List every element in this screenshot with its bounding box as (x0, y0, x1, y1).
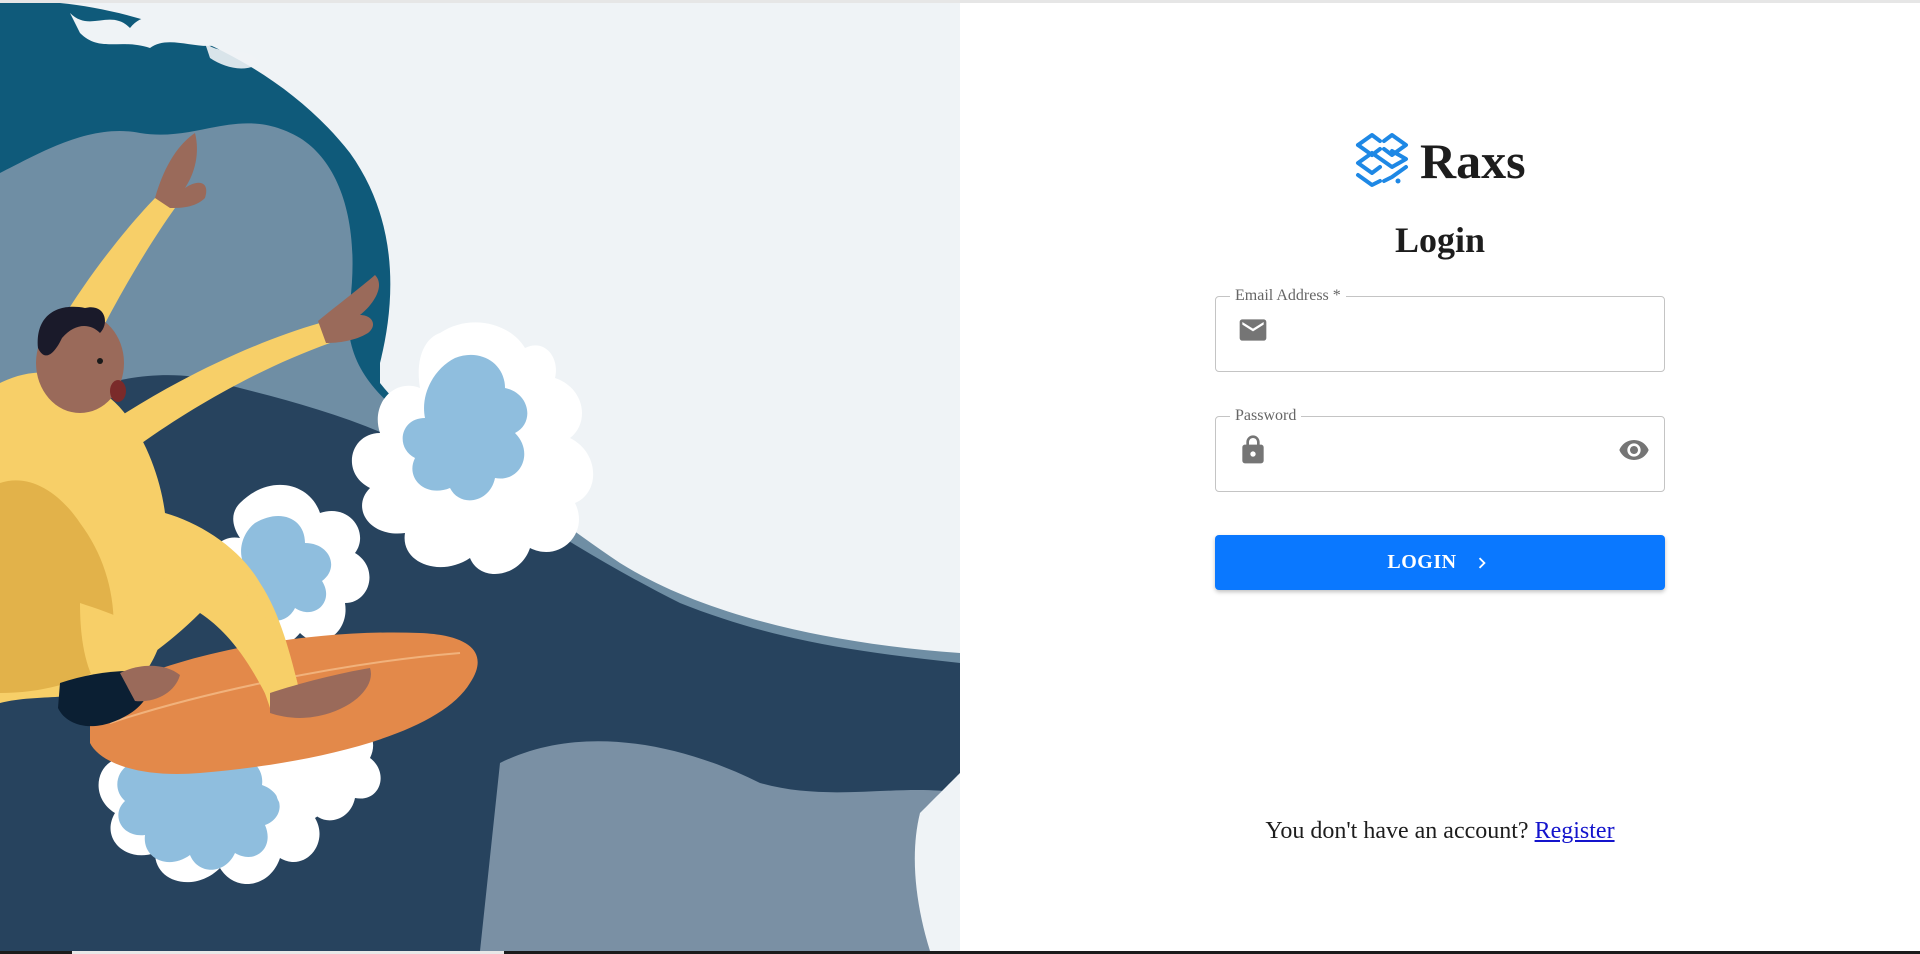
login-page: Raxs Login Email Address * Password LOGI… (0, 0, 1920, 954)
email-input[interactable] (1281, 310, 1585, 352)
brand-header: Raxs (1350, 128, 1526, 194)
eye-icon[interactable] (1617, 434, 1651, 466)
lock-icon (1242, 435, 1264, 464)
surfer-illustration (0, 3, 960, 951)
register-link[interactable]: Register (1535, 818, 1615, 844)
chevron-right-icon (1478, 557, 1486, 568)
register-prompt: You don't have an account? Register (1215, 818, 1665, 845)
envelope-icon (1239, 319, 1267, 341)
password-field[interactable]: Password (1215, 408, 1665, 492)
email-field-label: Email Address * (1235, 287, 1341, 304)
register-prompt-text: You don't have an account? (1265, 818, 1535, 844)
stacked-layers-logo-icon (1356, 133, 1408, 187)
email-field[interactable]: Email Address * (1215, 288, 1665, 372)
login-title: Login (1394, 220, 1486, 260)
password-input[interactable] (1281, 430, 1585, 472)
login-button-label: LOGIN (1387, 551, 1457, 573)
brand-name: Raxs (1420, 133, 1526, 189)
login-button[interactable]: LOGIN (1215, 535, 1665, 590)
password-field-label: Password (1235, 407, 1297, 424)
